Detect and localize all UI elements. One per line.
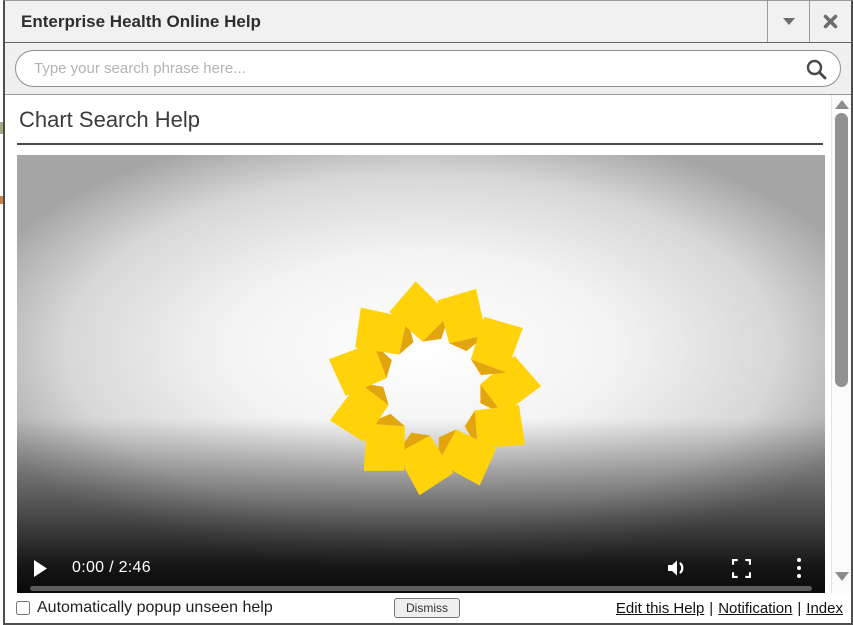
chevron-down-icon <box>783 18 795 25</box>
title-divider <box>17 143 823 145</box>
help-content-area: Chart Search Help <box>5 95 851 593</box>
vertical-scrollbar[interactable] <box>831 95 851 593</box>
video-time-display: 0:00 / 2:46 <box>72 559 151 577</box>
help-video-player[interactable]: 0:00 / 2:46 <box>17 155 825 593</box>
volume-icon <box>666 558 688 578</box>
index-link[interactable]: Index <box>806 600 843 617</box>
search-input[interactable] <box>32 59 796 78</box>
video-controls-bar: 0:00 / 2:46 <box>17 554 825 582</box>
collapse-button[interactable] <box>767 1 809 42</box>
play-button[interactable] <box>33 560 48 577</box>
kebab-dot <box>797 558 801 562</box>
link-separator: | <box>709 600 713 617</box>
more-options-button[interactable] <box>797 556 801 580</box>
footer-links: Edit this Help | Notification | Index <box>460 600 845 617</box>
search-section <box>5 43 851 95</box>
page-title: Chart Search Help <box>19 107 825 133</box>
auto-popup-label: Automatically popup unseen help <box>37 599 273 617</box>
play-icon <box>33 560 48 577</box>
help-dialog-screen: Enterprise Health Online Help <box>0 0 853 625</box>
scrollbar-thumb[interactable] <box>835 113 848 387</box>
fullscreen-button[interactable] <box>732 559 751 578</box>
scroll-down-arrow-icon[interactable] <box>835 572 849 581</box>
dialog-title: Enterprise Health Online Help <box>5 1 767 42</box>
close-icon <box>823 14 838 29</box>
fullscreen-icon <box>732 559 751 578</box>
notification-link[interactable]: Notification <box>718 600 792 617</box>
search-icon[interactable] <box>804 57 828 81</box>
search-field-container[interactable] <box>15 50 841 87</box>
volume-button[interactable] <box>666 558 688 578</box>
edit-this-help-link[interactable]: Edit this Help <box>616 600 704 617</box>
link-separator: | <box>797 600 801 617</box>
sunflower-wreath-logo <box>324 279 542 497</box>
dismiss-button[interactable]: Dismiss <box>394 598 460 618</box>
video-seek-bar[interactable] <box>30 586 812 591</box>
help-dialog-window: Enterprise Health Online Help <box>3 0 853 625</box>
scroll-up-arrow-icon[interactable] <box>835 100 849 109</box>
kebab-dot <box>797 566 801 570</box>
dialog-titlebar[interactable]: Enterprise Health Online Help <box>5 1 851 43</box>
auto-popup-checkbox[interactable] <box>16 601 30 615</box>
close-button[interactable] <box>809 1 851 42</box>
kebab-dot <box>797 574 801 578</box>
dialog-footer: Automatically popup unseen help Dismiss … <box>5 593 851 623</box>
